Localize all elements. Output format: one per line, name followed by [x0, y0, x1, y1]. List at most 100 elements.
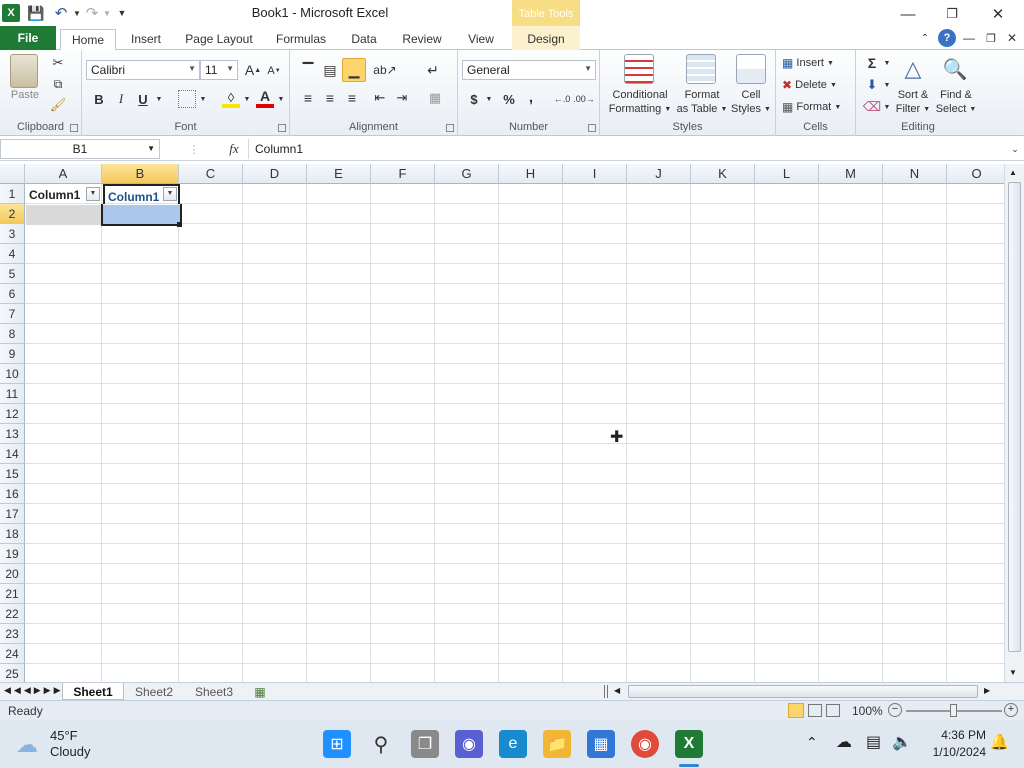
tab-view[interactable]: View [460, 29, 502, 50]
clear-dropdown-icon[interactable]: ▼ [882, 100, 892, 114]
column-header[interactable]: F [371, 164, 435, 184]
font-launcher-icon[interactable] [278, 124, 286, 132]
weather-condition[interactable]: Cloudy [50, 744, 90, 759]
onedrive-icon[interactable]: ☁ [836, 732, 852, 752]
font-color-icon[interactable]: A [256, 88, 274, 108]
tab-insert[interactable]: Insert [124, 29, 168, 50]
help-icon[interactable]: ? [938, 29, 956, 47]
bottom-align-icon[interactable]: ▁ [342, 58, 366, 82]
find-select-label-2[interactable]: Select ▼ [934, 102, 978, 116]
sheet-tab-sheet1[interactable]: Sheet1 [62, 683, 124, 700]
chrome-browser-icon[interactable]: ◉ [631, 730, 659, 758]
filter-dropdown-icon[interactable]: ▼ [86, 187, 100, 201]
copy-icon[interactable]: ⧉ [48, 75, 68, 93]
close-button[interactable]: ✕ [978, 3, 1018, 25]
tab-file[interactable]: File [0, 26, 56, 50]
column-header[interactable]: O [947, 164, 1004, 184]
format-as-table-label-2[interactable]: as Table ▼ [674, 102, 730, 116]
fill-handle[interactable] [177, 222, 182, 227]
fill-dropdown-icon[interactable]: ▼ [882, 78, 892, 92]
restore-button[interactable]: ❐ [932, 3, 972, 25]
conditional-formatting-label[interactable]: Conditional [604, 88, 676, 102]
underline-dropdown-icon[interactable]: ▼ [154, 92, 164, 106]
windows-start-icon[interactable]: ⊞ [323, 730, 351, 758]
fill-color-dropdown-icon[interactable]: ▼ [242, 92, 252, 106]
clear-icon[interactable]: ⌫ [862, 98, 882, 116]
scroll-right-icon[interactable]: ▶ [984, 686, 990, 695]
orientation-icon[interactable]: ab↗ [372, 60, 398, 80]
font-color-dropdown-icon[interactable]: ▼ [276, 92, 286, 106]
minimize-ribbon-icon[interactable]: ⌃ [918, 30, 932, 46]
conditional-formatting-label-2[interactable]: Formatting ▼ [604, 102, 676, 116]
comma-button[interactable]: , [524, 88, 538, 106]
row-header[interactable]: 13 [0, 424, 25, 444]
row-header[interactable]: 9 [0, 344, 25, 364]
format-cells-button[interactable]: ▦ Format ▼ [782, 98, 852, 116]
column-header[interactable]: E [307, 164, 371, 184]
increase-indent-icon[interactable]: ⇥ [392, 88, 412, 108]
row-header[interactable]: 1 [0, 184, 25, 204]
column-header[interactable]: N [883, 164, 947, 184]
align-center-icon[interactable]: ≡ [320, 88, 340, 108]
scroll-up-icon[interactable]: ▲ [1009, 168, 1017, 177]
minimize-button[interactable]: — [888, 3, 928, 25]
task-view-icon[interactable]: ❐ [411, 730, 439, 758]
sheet-tab-sheet3[interactable]: Sheet3 [184, 683, 244, 700]
shrink-font-icon[interactable]: A ▼ [266, 62, 282, 80]
number-launcher-icon[interactable] [588, 124, 596, 132]
format-painter-icon[interactable]: 🖌 [48, 96, 68, 114]
filter-dropdown-icon[interactable]: ▼ [163, 187, 177, 201]
row-header[interactable]: 18 [0, 524, 25, 544]
row-header[interactable]: 24 [0, 644, 25, 664]
zoom-level[interactable]: 100% [852, 704, 883, 718]
workbook-restore-icon[interactable]: ❐ [984, 30, 998, 46]
row-header[interactable]: 19 [0, 544, 25, 564]
row-header[interactable]: 2 [0, 204, 25, 224]
row-header[interactable]: 16 [0, 484, 25, 504]
column-header[interactable]: A [25, 164, 102, 184]
row-header[interactable]: 3 [0, 224, 25, 244]
column-header[interactable]: J [627, 164, 691, 184]
borders-icon[interactable] [178, 90, 196, 108]
decrease-indent-icon[interactable]: ⇤ [370, 88, 390, 108]
row-header[interactable]: 21 [0, 584, 25, 604]
decrease-decimal-icon[interactable]: .00→ [573, 90, 595, 108]
number-format-combo[interactable]: General ▼ [462, 60, 596, 80]
align-left-icon[interactable]: ≡ [298, 88, 318, 108]
zoom-in-icon[interactable]: + [1004, 703, 1018, 717]
format-as-table-label[interactable]: Format [678, 88, 726, 102]
cell-styles-label-2[interactable]: Styles ▼ [728, 102, 774, 116]
page-break-view-icon[interactable] [826, 704, 840, 717]
column-header[interactable]: K [691, 164, 755, 184]
workbook-close-icon[interactable]: ✕ [1005, 30, 1019, 46]
sort-filter-label[interactable]: Sort & [892, 88, 934, 102]
table-cell-a2[interactable] [26, 205, 103, 225]
tab-formulas[interactable]: Formulas [272, 29, 330, 50]
conditional-formatting-icon[interactable] [624, 54, 654, 84]
format-as-table-icon[interactable] [686, 54, 716, 84]
find-select-icon[interactable]: 🔍 [940, 54, 970, 84]
row-header[interactable]: 6 [0, 284, 25, 304]
row-header[interactable]: 10 [0, 364, 25, 384]
weather-temperature[interactable]: 45°F [50, 728, 78, 743]
tab-page-layout[interactable]: Page Layout [182, 29, 256, 50]
middle-align-icon[interactable]: ▤ [320, 60, 340, 80]
sheet-nav-icons[interactable]: ◀◀◀▶▶▶ [4, 685, 64, 696]
column-header[interactable]: L [755, 164, 819, 184]
page-layout-view-icon[interactable] [808, 704, 822, 717]
expand-formula-bar-icon[interactable]: ⌄ [1008, 141, 1022, 157]
row-header[interactable]: 5 [0, 264, 25, 284]
clipboard-launcher-icon[interactable] [70, 124, 78, 132]
network-icon[interactable]: ▤ [866, 732, 881, 752]
currency-button[interactable]: $ [466, 90, 482, 108]
normal-view-icon[interactable] [788, 703, 804, 718]
zoom-slider-thumb[interactable] [950, 704, 957, 717]
currency-dropdown-icon[interactable]: ▼ [484, 92, 494, 106]
underline-button[interactable]: U [134, 90, 152, 108]
row-header[interactable]: 25 [0, 664, 25, 684]
row-header[interactable]: 20 [0, 564, 25, 584]
insert-sheet-icon[interactable]: ▦ [248, 683, 272, 700]
vertical-scroll-thumb[interactable] [1008, 182, 1021, 652]
borders-dropdown-icon[interactable]: ▼ [198, 92, 208, 106]
fill-color-icon[interactable]: ◊ [222, 90, 240, 108]
